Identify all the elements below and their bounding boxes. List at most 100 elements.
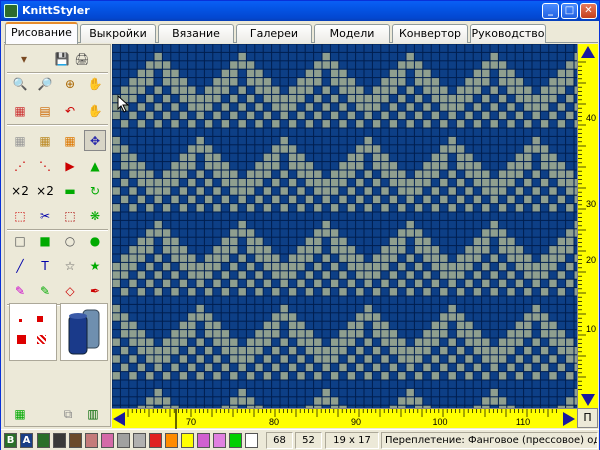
toolbar-separator — [7, 124, 108, 126]
brush-icon[interactable]: ✎ — [9, 280, 31, 301]
ruler-v-label: 10 — [586, 324, 596, 334]
select-rect-icon[interactable]: ⬚ — [9, 205, 31, 226]
ruler-h-label: 70 — [186, 417, 196, 427]
palette-color-swatch[interactable] — [53, 433, 66, 448]
filled-rect-icon[interactable]: ■ — [34, 230, 56, 251]
eraser-icon[interactable]: ◇ — [59, 280, 81, 301]
palette-status-bar: BA 68 52 19 x 17 Переплетение: Фанговое … — [1, 429, 599, 450]
vertical-ruler[interactable]: 40 30 20 10 — [577, 44, 598, 408]
ruler-v-label: 30 — [586, 199, 596, 209]
palette-color-swatch[interactable] — [165, 433, 178, 448]
palette-color-swatch[interactable] — [117, 433, 130, 448]
scroll-down-arrow-icon[interactable] — [581, 394, 595, 406]
palette-color-swatch[interactable] — [149, 433, 162, 448]
zoom-icon[interactable]: ⊕ — [59, 73, 81, 94]
title-bar: KnittStyler _ □ ✕ — [1, 1, 599, 21]
main-tabs: Рисование Выкройки Вязание Галереи Модел… — [4, 22, 598, 44]
close-button[interactable]: ✕ — [580, 3, 597, 19]
text-icon[interactable]: T — [34, 255, 56, 276]
table-icon[interactable]: ▬ — [59, 180, 81, 201]
pattern-canvas[interactable] — [112, 44, 577, 408]
window-title: KnittStyler — [22, 4, 90, 17]
tree-icon[interactable]: ▲ — [84, 155, 106, 176]
line-icon[interactable]: ╱ — [9, 255, 31, 276]
palette-color-swatch[interactable] — [133, 433, 146, 448]
palette-a-swatch[interactable]: A — [20, 433, 33, 448]
eyedropper-icon[interactable]: ✒ — [84, 280, 106, 301]
grid-fill-icon[interactable]: ▦ — [59, 130, 81, 151]
yarn-spool-box[interactable] — [60, 303, 108, 361]
point-size-box[interactable] — [9, 303, 57, 361]
star-filled-icon[interactable]: ★ — [84, 255, 106, 276]
ruler-v-label: 20 — [586, 255, 596, 265]
ruler-h-label: 100 — [432, 417, 447, 427]
scissors-icon[interactable]: ✂ — [34, 205, 56, 226]
palette-color-swatch[interactable] — [229, 433, 242, 448]
hand-pan-icon[interactable]: ✋ — [84, 73, 106, 94]
scroll-right-arrow-icon[interactable] — [563, 412, 575, 426]
yarn-spool-icon — [68, 309, 100, 355]
tab-drawing[interactable]: Рисование — [5, 22, 78, 44]
grid-color-icon[interactable]: ▦ — [34, 130, 56, 151]
x2-icon[interactable]: ×2 — [9, 180, 31, 201]
checker-dot-icon[interactable] — [37, 335, 46, 344]
palette-color-swatch[interactable] — [37, 433, 50, 448]
glove-icon[interactable]: ✋ — [84, 100, 106, 121]
tab-knitting[interactable]: Вязание — [158, 24, 234, 43]
tab-galleries[interactable]: Галереи — [236, 24, 312, 43]
minimize-button[interactable]: _ — [542, 3, 559, 19]
palette-color-swatch[interactable] — [213, 433, 226, 448]
status-weave: Переплетение: Фанговое (прессовое) одноф… — [381, 432, 598, 449]
x2-rows-icon[interactable]: ×2 — [34, 180, 56, 201]
palette-b-swatch[interactable]: B — [4, 433, 17, 448]
rect-icon[interactable]: □ — [9, 230, 31, 251]
arrow-right-icon[interactable]: ▶ — [59, 155, 81, 176]
zoom-out-icon[interactable]: 🔎 — [34, 73, 56, 94]
green-grid-icon[interactable]: ▦ — [9, 403, 31, 424]
p-button[interactable]: П — [577, 408, 598, 428]
flip-select-icon[interactable]: ⬚ — [59, 205, 81, 226]
horizontal-ruler[interactable]: 70 80 90 100 110 — [112, 408, 577, 429]
palette-color-swatch[interactable] — [245, 433, 258, 448]
ruler-h-label: 110 — [516, 417, 530, 427]
ruler-h-label: 90 — [351, 417, 361, 427]
mouse-cursor-icon — [117, 95, 130, 113]
filled-ellipse-icon[interactable]: ● — [84, 230, 106, 251]
sheet-icon[interactable]: ▤ — [34, 100, 56, 121]
pattern-grid-icon[interactable]: ▦ — [9, 100, 31, 121]
zoom-in-icon[interactable]: 🔍 — [9, 73, 31, 94]
symmetry-1-icon[interactable]: ⋰ — [9, 155, 31, 176]
palette-color-swatch[interactable] — [181, 433, 194, 448]
tab-patterns[interactable]: Выкройки — [80, 24, 156, 43]
motif-icon[interactable]: ❋ — [84, 205, 106, 226]
status-value-1: 68 — [266, 432, 293, 449]
ruler-h-label: 80 — [269, 417, 279, 427]
tab-converter[interactable]: Конвертор — [392, 24, 468, 43]
grid-empty-icon[interactable]: ▦ — [9, 130, 31, 151]
palette-color-swatch[interactable] — [69, 433, 82, 448]
scroll-up-arrow-icon[interactable] — [581, 46, 595, 58]
maximize-button[interactable]: □ — [561, 3, 578, 19]
palette-color-swatch[interactable] — [85, 433, 98, 448]
small-dot-icon[interactable] — [19, 319, 22, 322]
symmetry-2-icon[interactable]: ⋱ — [34, 155, 56, 176]
binoculars-icon[interactable]: ⧉ — [57, 403, 79, 424]
palette-color-swatch[interactable] — [197, 433, 210, 448]
tab-models[interactable]: Модели — [314, 24, 390, 43]
ellipse-icon[interactable]: ○ — [59, 230, 81, 251]
move-crosshair-icon[interactable]: ✥ — [84, 130, 106, 151]
printer-icon[interactable]: 🖨 — [71, 48, 93, 69]
scroll-left-arrow-icon[interactable] — [113, 412, 125, 426]
rotate-icon[interactable]: ↻ — [84, 180, 106, 201]
pencil-paint-icon[interactable]: ✎ — [34, 280, 56, 301]
palette-stack-icon[interactable]: ▥ — [82, 403, 104, 424]
medium-dot-icon[interactable] — [37, 316, 43, 322]
tab-guide[interactable]: Руководство — [470, 24, 546, 43]
star-outline-icon[interactable]: ☆ — [59, 255, 81, 276]
save-icon[interactable]: 💾 — [51, 48, 73, 69]
knitting-grid[interactable] — [112, 44, 577, 408]
undo-icon[interactable]: ↶ — [59, 100, 81, 121]
large-dot-icon[interactable] — [17, 335, 26, 344]
shapes-dropdown-icon[interactable]: ▾ — [8, 48, 40, 69]
palette-color-swatch[interactable] — [101, 433, 114, 448]
